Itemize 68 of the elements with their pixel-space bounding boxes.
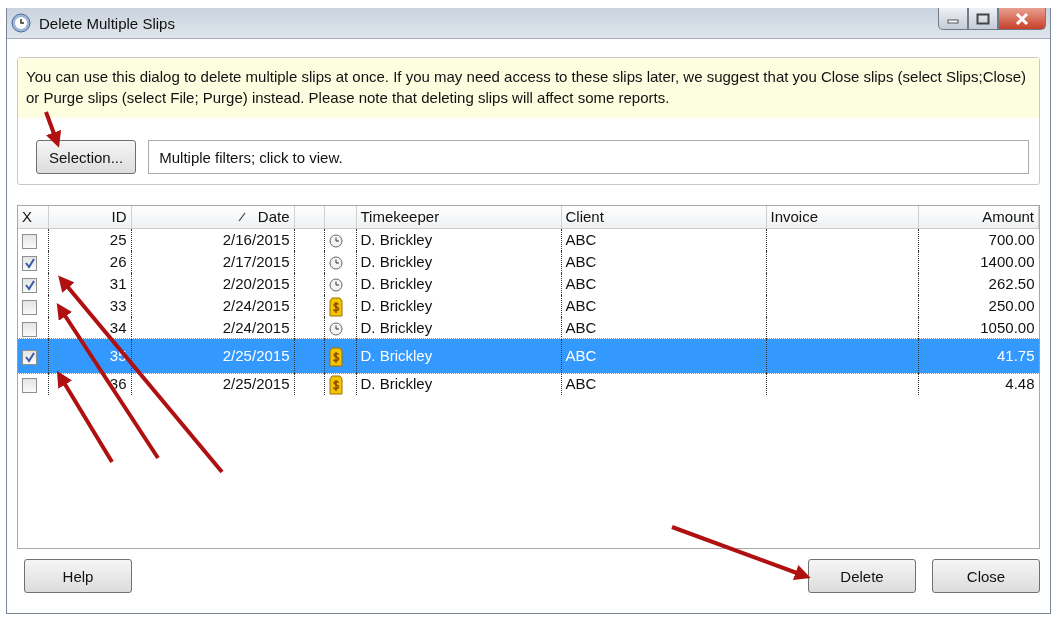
- table-cell: 262.50: [988, 275, 1035, 292]
- column-header[interactable]: ID: [111, 208, 127, 225]
- table-cell: 2/25/2015: [222, 347, 290, 365]
- column-header[interactable]: Client: [565, 208, 604, 225]
- dollar-tag-icon: [328, 297, 343, 318]
- clock-icon: [328, 322, 343, 337]
- dialog-button[interactable]: Close: [932, 559, 1040, 593]
- table-cell: 250.00: [988, 297, 1035, 314]
- table-cell: ABC: [565, 275, 597, 292]
- table-row[interactable]: 25 2/16/2015 D. Brickley ABC 700.00: [18, 228, 1039, 251]
- table-cell: 2/16/2015: [222, 231, 290, 248]
- clock-icon: [328, 278, 343, 293]
- checkbox[interactable]: [22, 349, 37, 365]
- dollar-tag-icon: [328, 375, 343, 396]
- clock-icon: [328, 256, 343, 271]
- table-row[interactable]: 31 2/20/2015 D. Brickley ABC 262.50: [18, 273, 1039, 295]
- table-cell: ABC: [565, 347, 597, 365]
- close-button[interactable]: [998, 8, 1046, 30]
- table-cell: 1400.00: [980, 253, 1035, 270]
- table-cell: 2/25/2015: [222, 375, 290, 393]
- table-cell: 2/17/2015: [222, 253, 290, 270]
- table-row[interactable]: 26 2/17/2015 D. Brickley ABC 1400.00: [18, 251, 1039, 273]
- checkbox[interactable]: [22, 299, 37, 315]
- notice-text: You can use this dialog to delete multiple slips at once. If you may need access to these slips later, we suggest that you Close slips (select Slips;Close) or Purge slips (select File; Purge) instead. Please note that deleting slips will affect some reports.: [18, 58, 1039, 118]
- minimize-button[interactable]: [938, 8, 968, 30]
- table-cell: D. Brickley: [360, 375, 433, 393]
- maximize-icon: [976, 12, 990, 25]
- table-cell: 33: [109, 297, 127, 314]
- dialog-button[interactable]: Help: [24, 559, 132, 593]
- annotation-arrow: [44, 111, 62, 148]
- table-cell: D. Brickley: [360, 253, 433, 270]
- checkbox[interactable]: [22, 377, 37, 393]
- table-cell: 34: [109, 319, 127, 337]
- checkbox[interactable]: [22, 321, 37, 337]
- table-cell: ABC: [565, 253, 597, 270]
- table-cell: D. Brickley: [360, 231, 433, 248]
- table-cell: 26: [109, 253, 127, 270]
- checkbox[interactable]: [22, 255, 37, 271]
- table-cell: 1050.00: [980, 319, 1035, 337]
- filter-field[interactable]: Multiple filters; click to view.: [148, 140, 1029, 174]
- table-cell: D. Brickley: [360, 319, 433, 337]
- dialog-button[interactable]: Delete: [808, 559, 916, 593]
- table-cell: 31: [109, 275, 127, 292]
- table-cell: ABC: [565, 231, 597, 248]
- table-row[interactable]: 33 2/24/2015 D. Brickley ABC 250.00: [18, 295, 1039, 318]
- clock-icon: [328, 234, 343, 249]
- clock-icon: [11, 13, 31, 33]
- selection-button[interactable]: Selection...: [36, 140, 137, 174]
- table-cell: 25: [109, 231, 127, 248]
- table-cell: ABC: [565, 375, 597, 393]
- window-title: Delete Multiple Slips: [39, 14, 175, 32]
- checkbox[interactable]: [22, 277, 37, 293]
- table-cell: 700.00: [988, 231, 1035, 248]
- checkbox[interactable]: [22, 233, 37, 249]
- maximize-button[interactable]: [968, 8, 998, 30]
- dollar-tag-icon: [328, 347, 343, 368]
- close-icon: [1015, 12, 1029, 25]
- column-header[interactable]: Date: [257, 208, 290, 225]
- table-cell: ABC: [565, 297, 597, 314]
- table-cell: D. Brickley: [360, 297, 433, 314]
- table-cell: 2/24/2015: [222, 297, 290, 314]
- table-cell: 41.75: [996, 347, 1035, 365]
- table-cell: D. Brickley: [360, 275, 433, 292]
- table-cell: 4.48: [1005, 375, 1035, 393]
- table-cell: 2/24/2015: [222, 319, 290, 337]
- table-cell: ABC: [565, 319, 597, 337]
- table-cell: 2/20/2015: [222, 275, 290, 292]
- table-cell: D. Brickley: [360, 347, 433, 365]
